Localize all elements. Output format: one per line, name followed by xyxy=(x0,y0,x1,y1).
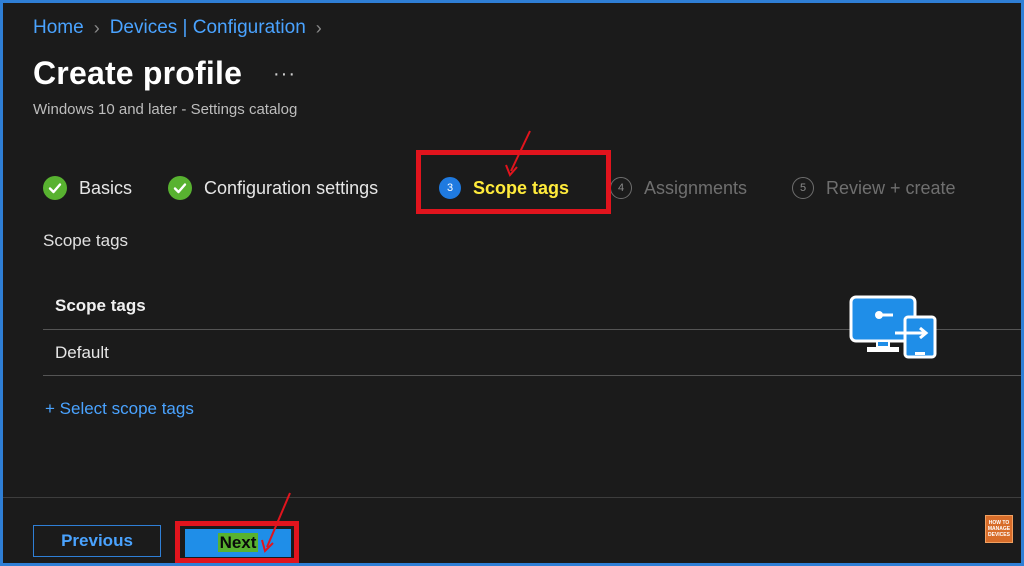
window-frame: Home › Devices | Configuration › Create … xyxy=(0,0,1024,566)
step-number: 5 xyxy=(792,177,814,199)
step-label: Assignments xyxy=(644,177,748,198)
page-title: Create profile xyxy=(33,55,243,91)
remote-monitor-icon xyxy=(849,295,937,359)
chevron-right-icon: › xyxy=(93,17,100,38)
breadcrumb-devices-configuration[interactable]: Devices | Configuration xyxy=(110,17,306,39)
site-logo: HOW TO MANAGE DEVICES xyxy=(985,515,1013,543)
step-label: Configuration settings xyxy=(204,177,379,198)
step-configuration-settings[interactable]: Configuration settings xyxy=(168,168,378,208)
previous-button[interactable]: Previous xyxy=(33,525,161,557)
step-basics[interactable]: Basics xyxy=(43,168,132,208)
step-review-create[interactable]: 5 Review + create xyxy=(792,168,956,208)
scope-tags-section-label: Scope tags xyxy=(43,231,129,250)
highlight-next-button xyxy=(175,521,299,563)
more-options-button[interactable]: ··· xyxy=(273,63,296,86)
select-scope-tags-link[interactable]: + Select scope tags xyxy=(45,399,194,419)
breadcrumb: Home › Devices | Configuration › xyxy=(33,17,322,39)
highlight-scope-tags xyxy=(416,150,611,214)
step-label: Basics xyxy=(79,177,133,198)
breadcrumb-home[interactable]: Home xyxy=(33,17,84,39)
chevron-right-icon: › xyxy=(315,17,322,38)
page-subtitle: Windows 10 and later - Settings catalog xyxy=(33,101,298,118)
step-label: Review + create xyxy=(826,177,956,198)
step-number: 4 xyxy=(610,177,632,199)
check-icon xyxy=(168,176,192,200)
step-assignments[interactable]: 4 Assignments xyxy=(610,168,747,208)
footer-divider xyxy=(3,497,1021,498)
check-icon xyxy=(43,176,67,200)
